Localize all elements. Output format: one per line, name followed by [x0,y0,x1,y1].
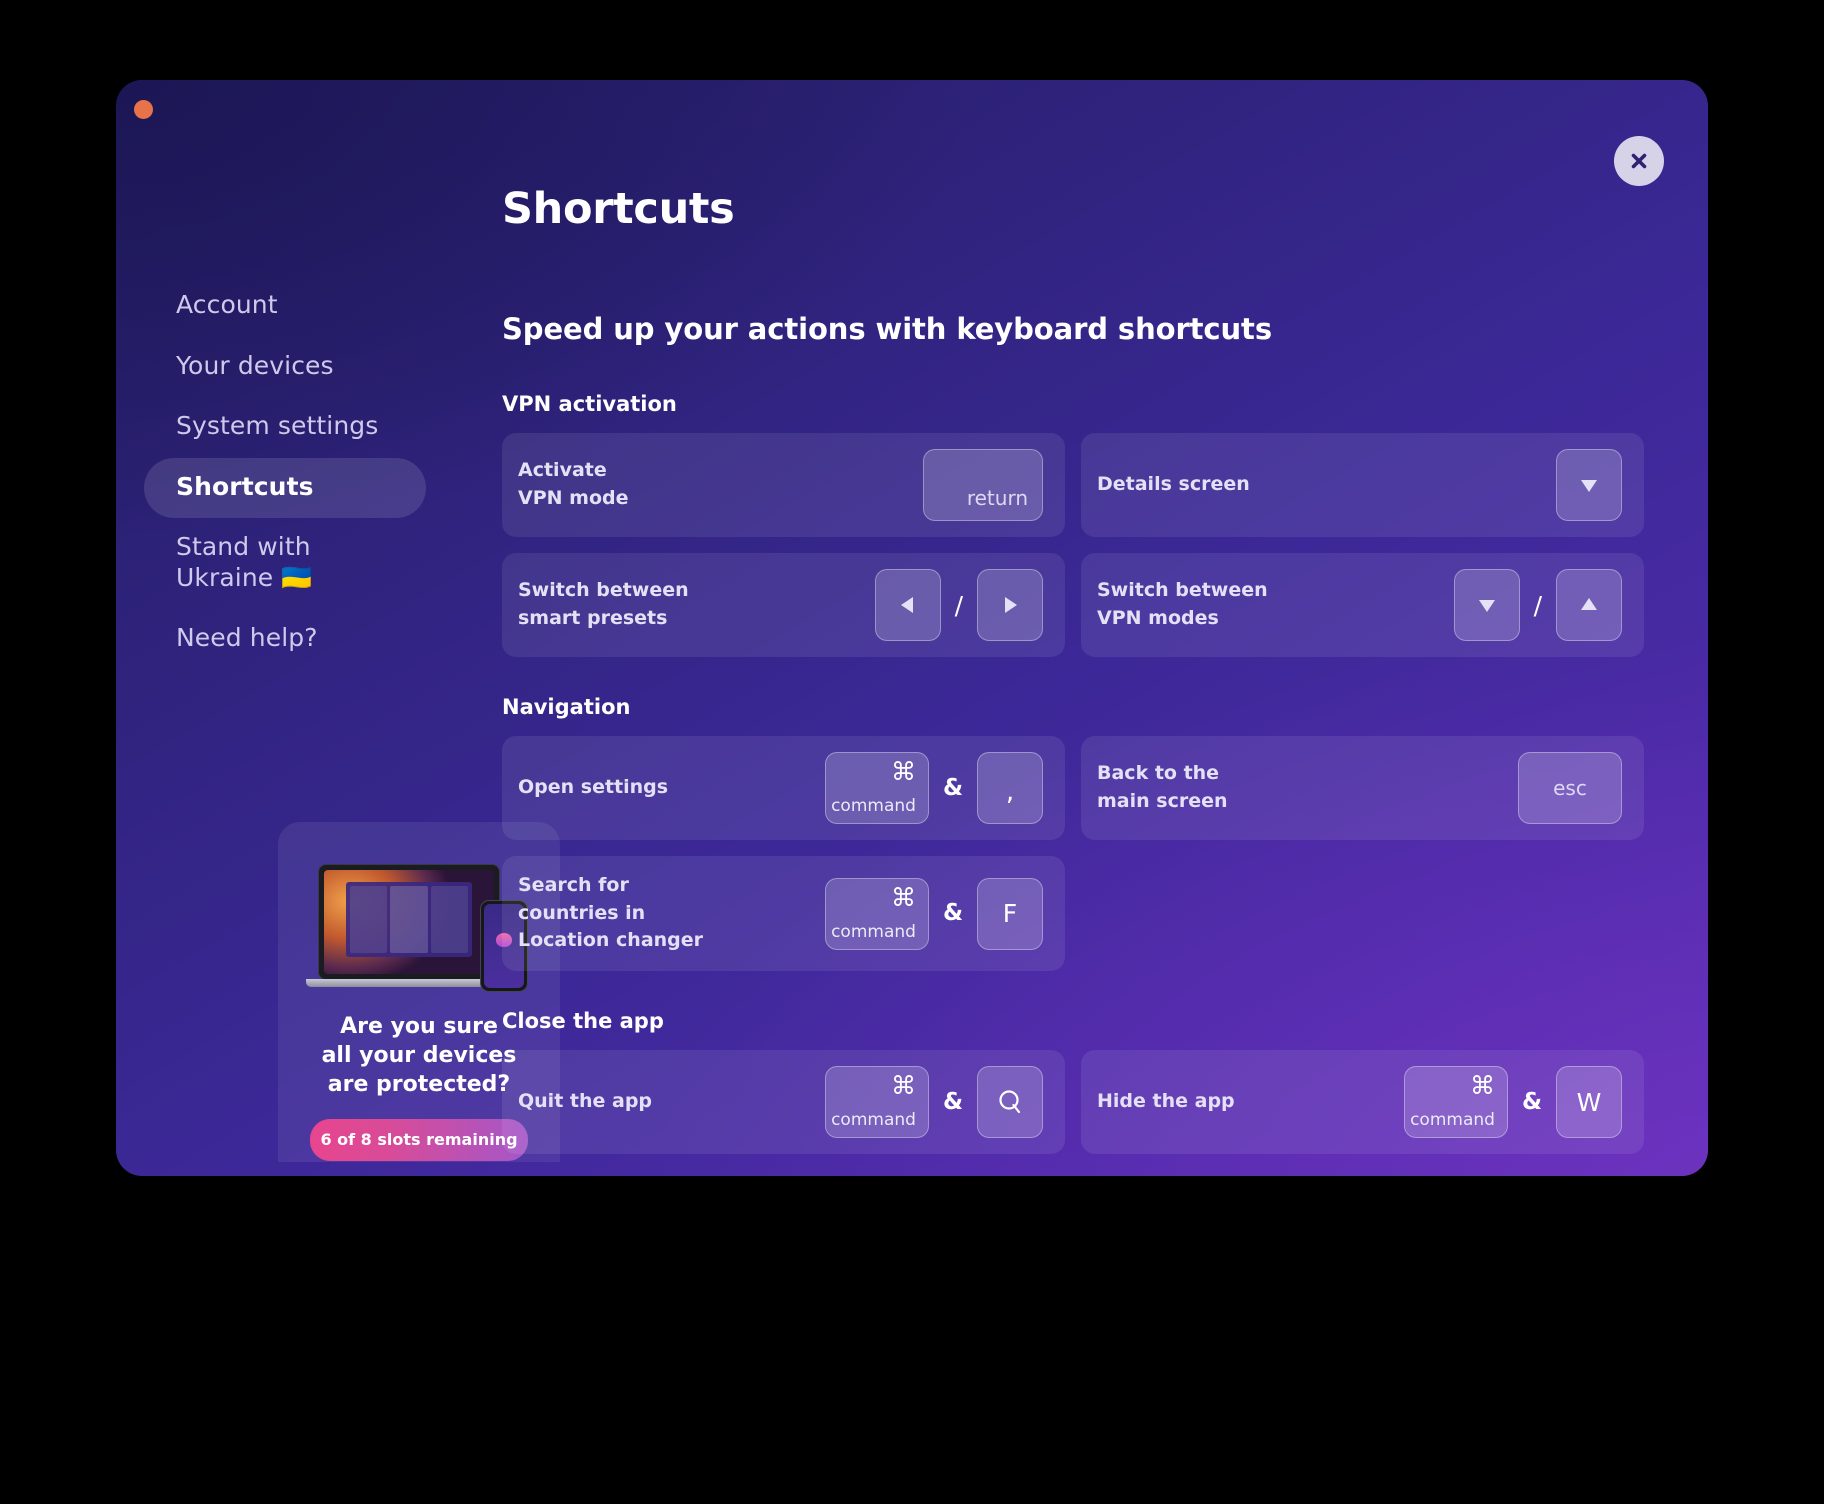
keycap-return[interactable]: return [923,449,1043,521]
shortcut-label: Search for countries in Location changer [518,874,704,952]
section-vpn-activation: VPN activation Activate VPN mode return Det… [502,392,1644,657]
key-separator-or: / [954,590,963,620]
shortcut-card: Activate VPN mode return [502,433,1065,537]
main-panel: Shortcuts Speed up your actions with key… [484,80,1708,1176]
shortcut-label: Hide the app [1097,1090,1235,1113]
shortcut-label: Switch between smart presets [518,579,689,629]
page-subtitle: Speed up your actions with keyboard shor… [502,312,1272,346]
section-title: Close the app [502,1009,664,1034]
shortcut-card: Search for countries in Location changer… [502,856,1065,972]
keycap-command[interactable]: ⌘ command [824,752,929,824]
keycap-label: , [1005,776,1015,807]
content-layout: Account Your devices System settings Shortc… [116,80,1708,1176]
keycap-f[interactable]: F [977,877,1043,950]
arrow-down-icon [1581,480,1597,492]
key-separator-and: & [942,900,963,927]
shortcut-card-grid: Quit the app ⌘ command & Hide the app ⌘ comman… [502,1050,1644,1155]
shortcut-label: Open settings [518,776,669,799]
shortcut-card: Open settings ⌘ command &, [502,736,1065,840]
shortcut-card: Back to the main screen esc [1081,736,1644,840]
letter-q-icon [999,1090,1021,1114]
keycap-label: W [1576,1087,1602,1117]
sidebar-nav: Account Your devices System settings Shortc… [116,276,484,670]
key-separator-and: & [1521,1088,1542,1115]
sidebar: Account Your devices System settings Shortc… [116,80,560,1176]
arrow-left-icon [900,597,913,613]
command-glyph-icon: ⌘ [890,1071,916,1101]
sidebar-item-need-help[interactable]: Need help? [144,609,426,670]
keycap-esc[interactable]: esc [1518,752,1622,824]
key-separator-or: / [1533,590,1542,620]
shortcut-card-grid: Activate VPN mode return Details screen Swi… [502,433,1644,657]
laptop-icon [318,864,500,980]
preview-column [350,886,388,954]
key-combo: / [874,569,1043,641]
preview-column [430,886,468,954]
sidebar-item-stand-with[interactable]: Stand with Ukraine 🇺🇦 [144,518,426,609]
settings-window: Account Your devices System settings Shortc… [116,80,1708,1176]
keycap-label: command [831,921,916,942]
arrow-down-icon [1478,600,1495,612]
shortcut-sections: VPN activation Activate VPN mode return Det… [502,392,1644,1155]
keycap-label: return [966,486,1028,510]
keycap-label: command [831,796,916,816]
keycap-arrow-up[interactable] [1556,569,1622,641]
preview-column [390,886,428,954]
key-combo: / [1453,569,1622,641]
shortcut-card-placeholder [1081,856,1644,971]
keycap-letter-q[interactable] [977,1066,1043,1139]
section-title: Navigation [502,695,631,719]
keycap-label: esc [1553,776,1587,800]
shortcut-label: Switch between VPN modes [1097,579,1268,629]
key-separator-and: & [942,774,963,801]
laptop-screen [324,870,494,974]
key-combo: ⌘ command & F [824,877,1043,950]
sidebar-item-system-settings[interactable]: System settings [144,397,426,458]
key-combo: ⌘ command &, [824,752,1043,824]
keycap-[interactable]: , [977,752,1043,824]
key-combo [1556,449,1622,521]
page-title: Shortcuts [502,184,735,234]
shortcut-card: Quit the app ⌘ command & [502,1050,1065,1155]
shortcut-label: Back to the main screen [1097,762,1228,812]
sidebar-item-shortcuts[interactable]: Shortcuts [144,457,426,518]
keycap-label: command [1410,1110,1495,1131]
shortcut-card: Switch between VPN modes / [1081,553,1644,657]
shortcut-card: Switch between smart presets / [502,553,1065,657]
shortcut-card: Details screen [1081,433,1644,537]
shortcut-label: Details screen [1097,473,1250,496]
section-close-the-app: Close the app Quit the app ⌘ command & Hide t… [502,1009,1644,1155]
sidebar-item-your-devices[interactable]: Your devices [144,337,426,398]
keycap-arrow-down[interactable] [1453,569,1520,641]
key-combo: esc [1518,752,1622,824]
keycap-arrow-left[interactable] [874,569,941,641]
section-navigation: Navigation Open settings ⌘ command &, Back to… [502,695,1644,972]
command-glyph-icon: ⌘ [890,757,916,786]
arrow-right-icon [1005,597,1017,613]
keycap-command[interactable]: ⌘ command [1403,1066,1508,1139]
keycap-command[interactable]: ⌘ command [824,877,929,950]
arrow-up-icon [1581,598,1597,610]
keycap-w[interactable]: W [1556,1066,1622,1139]
keycap-arrow-right[interactable] [977,569,1043,641]
command-glyph-icon: ⌘ [890,882,916,912]
keycap-label: F [1002,899,1018,929]
key-combo: ⌘ command & W [1403,1066,1622,1139]
sidebar-item-account[interactable]: Account [144,276,426,337]
shortcut-card-grid: Open settings ⌘ command &, Back to the main … [502,736,1644,972]
section-title: VPN activation [502,392,677,416]
shortcut-label: Activate VPN mode [518,459,629,509]
command-glyph-icon: ⌘ [1469,1071,1495,1101]
keycap-arrow-down[interactable] [1556,449,1622,521]
shortcut-label: Quit the app [518,1090,653,1113]
shortcut-card: Hide the app ⌘ command & W [1081,1050,1644,1155]
keycap-label: command [831,1110,916,1131]
key-separator-and: & [942,1088,963,1115]
key-combo: ⌘ command & [824,1066,1043,1139]
keycap-command[interactable]: ⌘ command [824,1066,929,1139]
laptop-app-preview [346,882,472,958]
key-combo: return [923,449,1043,521]
